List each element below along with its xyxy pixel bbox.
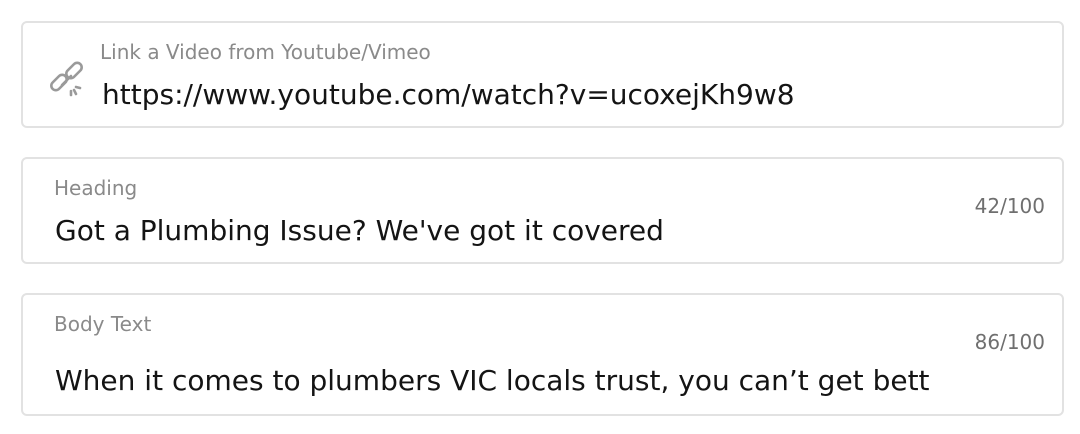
heading-char-counter: 42/100 [974, 194, 1045, 218]
heading-input[interactable]: Got a Plumbing Issue? We've got it cover… [55, 214, 935, 247]
body-text-field[interactable]: Body Text When it comes to plumbers VIC … [21, 293, 1064, 416]
video-field-label: Link a Video from Youtube/Vimeo [100, 40, 431, 64]
body-text-char-counter: 86/100 [974, 330, 1045, 354]
heading-field[interactable]: Heading Got a Plumbing Issue? We've got … [21, 157, 1064, 264]
body-text-field-label: Body Text [54, 312, 152, 336]
video-link-field[interactable]: Link a Video from Youtube/Vimeo https://… [21, 21, 1064, 128]
heading-field-label: Heading [54, 176, 138, 200]
video-url-input[interactable]: https://www.youtube.com/watch?v=ucoxejKh… [102, 78, 1022, 111]
body-text-input[interactable]: When it comes to plumbers VIC locals tru… [55, 364, 947, 397]
link-icon [45, 58, 89, 102]
